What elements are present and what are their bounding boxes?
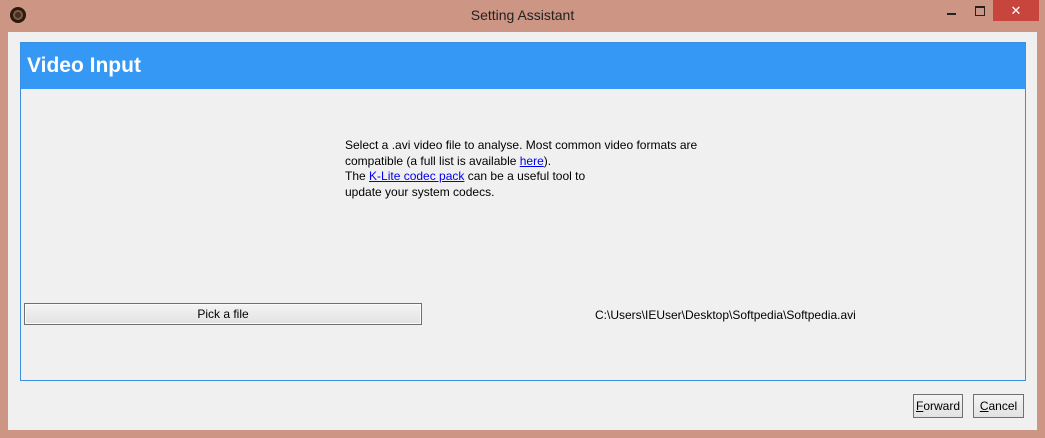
- title-bar[interactable]: Setting Assistant ✕: [0, 0, 1045, 32]
- klite-codec-link[interactable]: K-Lite codec pack: [369, 169, 464, 183]
- setting-assistant-window: Setting Assistant ✕ Video Input Select a…: [0, 0, 1045, 438]
- forward-button[interactable]: Forward: [913, 394, 963, 418]
- close-icon: ✕: [1010, 2, 1022, 18]
- panel-header: Video Input: [21, 43, 1025, 89]
- maximize-button[interactable]: [966, 0, 993, 21]
- cancel-button[interactable]: Cancel: [973, 394, 1024, 418]
- desc-line-4: update your system codecs.: [345, 184, 495, 199]
- window-title: Setting Assistant: [470, 7, 575, 23]
- selected-file-path: C:\Users\IEUser\Desktop\Softpedia\Softpe…: [595, 308, 856, 322]
- formats-list-link[interactable]: here: [520, 154, 544, 168]
- desc-line-3: The K-Lite codec pack can be a useful to…: [345, 169, 586, 183]
- description-text: Select a .avi video file to analyse. Mos…: [345, 138, 765, 200]
- desc-line-2: compatible (a full list is available her…: [345, 153, 552, 168]
- pick-file-button[interactable]: Pick a file: [24, 303, 422, 325]
- maximize-icon: [974, 5, 985, 16]
- minimize-icon: [947, 12, 956, 15]
- client-area: Video Input Select a .avi video file to …: [8, 32, 1037, 430]
- video-input-panel: Video Input Select a .avi video file to …: [20, 42, 1026, 381]
- panel-title: Video Input: [27, 54, 141, 77]
- minimize-button[interactable]: [937, 0, 966, 21]
- close-button[interactable]: ✕: [993, 0, 1039, 21]
- desc-line-1: Select a .avi video file to analyse. Mos…: [345, 138, 698, 152]
